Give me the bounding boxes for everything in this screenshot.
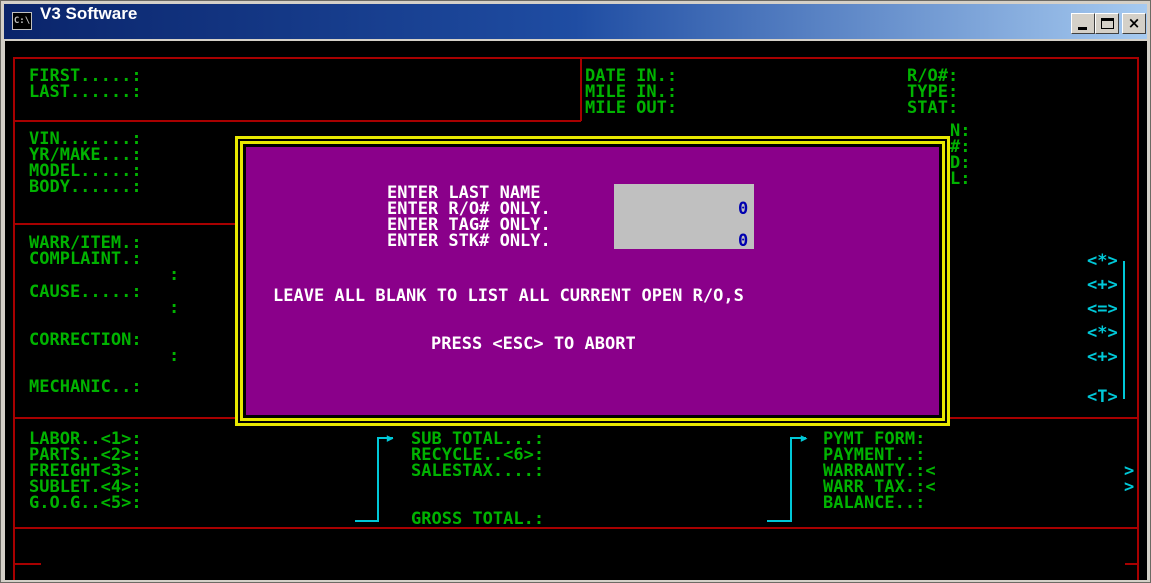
list-all-message: LEAVE ALL BLANK TO LIST ALL CURRENT OPEN… <box>273 286 744 306</box>
correction-cont-label: : <box>169 346 180 366</box>
gog-label: G.O.G..<5>: <box>29 493 142 513</box>
mile-out-label: MILE OUT: <box>585 98 678 118</box>
frame-left <box>13 57 15 580</box>
title-bar[interactable]: C:\ V3 Software × <box>4 4 1147 39</box>
side-bracket-line <box>1123 261 1125 399</box>
middle-bracket-vertical <box>377 437 379 521</box>
frame-right <box>1137 57 1139 580</box>
last-name-label: LAST......: <box>29 82 142 102</box>
frame-divider-2 <box>13 223 235 225</box>
side-code: <*> <box>1087 251 1118 271</box>
ro-number-input[interactable] <box>614 200 754 217</box>
balance-label: BALANCE..: <box>823 493 926 513</box>
maximize-button[interactable] <box>1095 13 1119 34</box>
minimize-icon <box>1078 27 1087 30</box>
partial-label-l: L: <box>950 169 971 189</box>
dialog-body: ENTER LAST NAME ENTER R/O# ONLY. ENTER T… <box>246 147 939 415</box>
frame-divider-4 <box>13 527 1139 529</box>
frame-divider-1 <box>13 120 581 122</box>
right-bracket-vertical <box>790 437 792 521</box>
window-title: V3 Software <box>40 4 138 23</box>
salestax-label: SALESTAX....: <box>411 461 545 481</box>
stk-number-value: 0 <box>738 231 749 251</box>
stk-prompt: ENTER STK# ONLY. <box>387 231 551 251</box>
right-bracket-bottom <box>767 520 792 522</box>
close-button[interactable]: × <box>1122 13 1146 34</box>
abort-instruction: PRESS <ESC> TO ABORT <box>431 334 636 354</box>
side-code: <+> <box>1087 347 1118 367</box>
complaint-label: COMPLAINT.: <box>29 249 142 269</box>
gross-total-label: GROSS TOTAL.: <box>411 509 545 529</box>
middle-arrow-icon: ▸ <box>385 428 396 448</box>
complaint-cont-label: : <box>169 265 180 285</box>
body-label: BODY......: <box>29 177 142 197</box>
console-window: C:\ V3 Software × FIRST.....: LAST......… <box>0 0 1151 583</box>
right-arrow-icon: ▸ <box>799 428 810 448</box>
search-dialog: ENTER LAST NAME ENTER R/O# ONLY. ENTER T… <box>235 136 950 426</box>
last-name-input[interactable] <box>614 184 754 201</box>
side-code: <=> <box>1087 299 1118 319</box>
console-app-icon[interactable]: C:\ <box>12 12 32 30</box>
cause-cont-label: : <box>169 298 180 318</box>
correction-label: CORRECTION: <box>29 330 142 350</box>
warr-tax-close-bracket: > <box>1124 477 1135 497</box>
frame-bl-tick <box>13 563 41 565</box>
close-icon: × <box>1127 14 1141 32</box>
cause-label: CAUSE.....: <box>29 282 142 302</box>
side-code: <+> <box>1087 275 1118 295</box>
frame-top <box>13 57 1139 59</box>
frame-br-tick <box>1125 563 1139 565</box>
tag-number-input[interactable] <box>614 216 754 233</box>
stk-number-input[interactable] <box>614 232 754 249</box>
minimize-button[interactable] <box>1071 13 1095 34</box>
ro-number-value: 0 <box>738 199 749 219</box>
console-screen[interactable]: FIRST.....: LAST......: DATE IN.: MILE I… <box>5 41 1147 580</box>
side-code: <T> <box>1087 387 1118 407</box>
frame-vert <box>580 57 582 121</box>
mechanic-label: MECHANIC..: <box>29 377 142 397</box>
maximize-icon <box>1101 18 1114 29</box>
middle-bracket-bottom <box>355 520 379 522</box>
stat-label: STAT: <box>907 98 959 118</box>
side-code: <*> <box>1087 323 1118 343</box>
